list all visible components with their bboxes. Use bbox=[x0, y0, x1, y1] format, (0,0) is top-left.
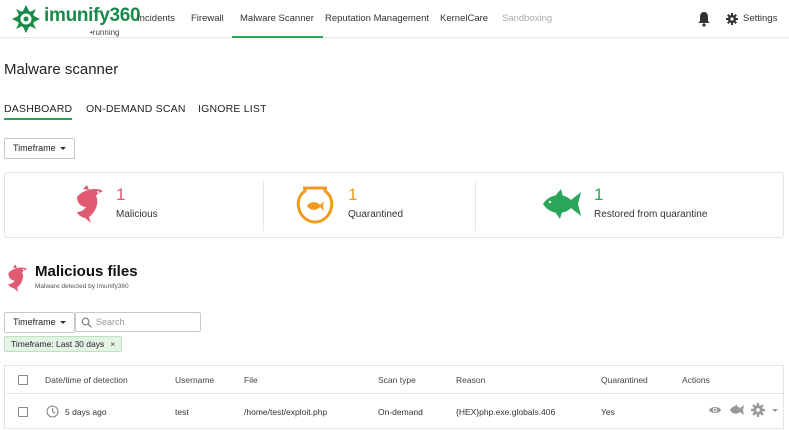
bell-icon[interactable] bbox=[697, 11, 711, 27]
fish-icon bbox=[543, 189, 581, 219]
select-all-checkbox[interactable] bbox=[18, 375, 28, 385]
row-checkbox[interactable] bbox=[18, 407, 28, 417]
filter-chip-label: Timeframe: Last 30 days bbox=[11, 339, 105, 349]
restored-label: Restored from quarantine bbox=[594, 209, 708, 220]
files-timeframe-dropdown[interactable]: Timeframe bbox=[4, 312, 75, 333]
stat-divider bbox=[475, 181, 476, 231]
column-header-quarantined[interactable]: Quarantined bbox=[601, 375, 648, 385]
filter-chip-timeframe: Timeframe: Last 30 days × bbox=[4, 336, 123, 352]
logo-mark-icon bbox=[12, 5, 40, 33]
malicious-count: 1 bbox=[116, 185, 126, 204]
logo-text: imunify360 bbox=[44, 5, 141, 26]
section-title: Malicious files bbox=[35, 263, 138, 280]
column-header-file[interactable]: File bbox=[244, 375, 258, 385]
timeframe-label: Timeframe bbox=[13, 317, 56, 327]
close-icon[interactable]: × bbox=[110, 339, 115, 349]
column-header-username[interactable]: Username bbox=[175, 375, 214, 385]
stats-panel: 1 Malicious 1 Quarantined 1 Restored fro… bbox=[4, 172, 784, 238]
malicious-files-table: Date/time of detection Username File Sca… bbox=[4, 365, 784, 429]
page-title: Malware scanner bbox=[4, 61, 119, 78]
cell-reason: {HEX}php.exe.globals.406 bbox=[456, 407, 556, 417]
shark-icon bbox=[77, 185, 103, 223]
fishbowl-icon bbox=[296, 186, 334, 224]
clock-icon bbox=[46, 405, 59, 418]
shark-icon bbox=[8, 264, 28, 292]
tab-dashboard[interactable]: DASHBOARD bbox=[4, 103, 73, 120]
running-status: •running bbox=[90, 28, 120, 37]
quarantined-count: 1 bbox=[348, 185, 358, 204]
nav-incidents[interactable]: Incidents bbox=[137, 0, 175, 38]
column-header-date[interactable]: Date/time of detection bbox=[45, 375, 128, 385]
nav-kernelcare[interactable]: KernelCare bbox=[440, 0, 488, 38]
settings-link[interactable]: Settings bbox=[743, 0, 777, 38]
tab-ignore-list[interactable]: IGNORE LIST bbox=[198, 103, 267, 115]
caret-down-icon bbox=[59, 321, 66, 325]
nav-reputation-management[interactable]: Reputation Management bbox=[325, 0, 429, 38]
caret-down-icon bbox=[59, 147, 66, 151]
cell-quarantined: Yes bbox=[601, 407, 615, 417]
top-navigation-bar: imunify360 •running Incidents Firewall M… bbox=[0, 0, 789, 38]
nav-malware-scanner[interactable]: Malware Scanner bbox=[232, 0, 323, 38]
caret-down-icon[interactable] bbox=[772, 409, 778, 412]
cell-date: 5 days ago bbox=[65, 407, 107, 417]
cell-file: /home/test/exploit.php bbox=[244, 407, 328, 417]
cell-username: test bbox=[175, 407, 189, 417]
column-header-actions: Actions bbox=[682, 375, 710, 385]
search-box bbox=[75, 312, 201, 332]
section-subtitle: Malware detected by Imunify360 bbox=[35, 283, 129, 290]
nav-firewall[interactable]: Firewall bbox=[191, 0, 224, 38]
nav-sandboxing[interactable]: Sandboxing bbox=[502, 0, 552, 38]
restored-count: 1 bbox=[594, 185, 604, 204]
restore-fish-icon[interactable] bbox=[729, 404, 745, 416]
timeframe-label: Timeframe bbox=[13, 143, 56, 153]
table-header: Date/time of detection Username File Sca… bbox=[5, 366, 783, 394]
gear-icon[interactable] bbox=[751, 403, 765, 417]
eye-icon[interactable] bbox=[708, 404, 722, 416]
dashboard-timeframe-dropdown[interactable]: Timeframe bbox=[4, 138, 75, 159]
search-input[interactable] bbox=[96, 315, 196, 329]
stat-divider bbox=[263, 181, 264, 231]
column-header-reason[interactable]: Reason bbox=[456, 375, 485, 385]
search-icon bbox=[81, 317, 92, 328]
malicious-label: Malicious bbox=[116, 209, 158, 220]
quarantined-label: Quarantined bbox=[348, 209, 404, 220]
cell-scan-type: On-demand bbox=[378, 407, 423, 417]
column-header-scan-type[interactable]: Scan type bbox=[378, 375, 416, 385]
tab-on-demand-scan[interactable]: ON-DEMAND SCAN bbox=[86, 103, 186, 115]
gear-icon[interactable] bbox=[726, 13, 738, 25]
imunify360-logo[interactable]: imunify360 •running bbox=[12, 4, 141, 37]
